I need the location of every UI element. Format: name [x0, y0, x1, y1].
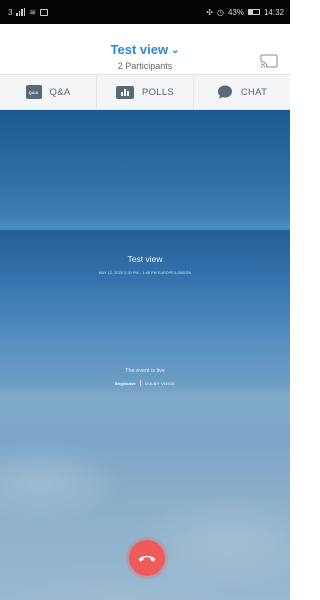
- chat-icon: [217, 85, 232, 99]
- page-title[interactable]: Test view: [111, 42, 169, 57]
- tab-bar: Q&A Q&A POLLS CHAT: [0, 74, 290, 110]
- tab-chat[interactable]: CHAT: [193, 75, 290, 109]
- polls-icon: [115, 85, 134, 99]
- hang-up-button[interactable]: [129, 540, 165, 576]
- tab-qa[interactable]: Q&A Q&A: [0, 75, 96, 109]
- wifi-icon: ≋: [29, 7, 37, 17]
- qa-icon: Q&A: [25, 85, 42, 99]
- brand-logo-2: DOLBY VOICE: [144, 380, 176, 386]
- sim-number: 3: [8, 7, 13, 17]
- event-status: The event is live: [125, 368, 165, 374]
- brand-row: Brightcove DOLBY VOICE: [0, 380, 290, 386]
- video-stream: Test view MAY 12, 2020 2:30 PM - 3:45 PM…: [0, 110, 290, 600]
- tab-polls-label: POLLS: [141, 86, 175, 98]
- chevron-down-icon[interactable]: ⌄: [171, 45, 179, 56]
- screen: 3 ≋ ✣ ◷ 43% 14:32 Test view ⌄ 2 Participa…: [0, 0, 290, 600]
- event-title: Test view: [127, 254, 163, 264]
- header: Test view ⌄ 2 Participants: [0, 24, 290, 74]
- participants-count: 2 Participants: [117, 61, 173, 71]
- status-left: 3 ≋: [8, 7, 49, 17]
- cast-icon[interactable]: [260, 54, 278, 68]
- clock: 14:32: [263, 7, 284, 17]
- signal-icon: [16, 8, 26, 16]
- title-row[interactable]: Test view ⌄: [0, 42, 290, 57]
- status-right: ✣ ◷ 43% 14:32: [206, 8, 284, 17]
- tab-polls[interactable]: POLLS: [96, 75, 193, 109]
- notification-icon: [40, 8, 49, 16]
- event-date: MAY 12, 2020 2:30 PM - 3:45 PM EUROPE/LO…: [98, 271, 192, 275]
- status-bar: 3 ≋ ✣ ◷ 43% 14:32: [0, 0, 290, 24]
- tab-chat-label: CHAT: [240, 86, 268, 98]
- phone-hangup-icon: [138, 555, 156, 562]
- brand-divider: [139, 380, 141, 386]
- battery-icon: [247, 9, 260, 15]
- alarm-icon: ◷: [216, 7, 224, 17]
- vibrate-icon: ✣: [206, 7, 213, 17]
- battery-percent: 43%: [227, 7, 244, 17]
- tab-qa-label: Q&A: [49, 86, 71, 98]
- brand-logo-1: Brightcove: [114, 380, 136, 386]
